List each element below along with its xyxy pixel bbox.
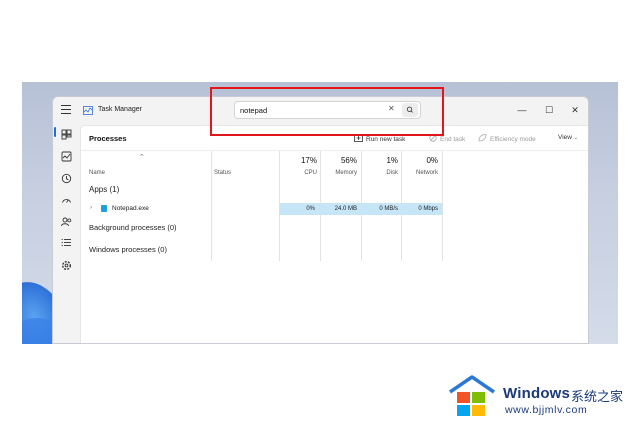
- minimize-button[interactable]: —: [511, 101, 533, 119]
- leaf-icon: [478, 134, 487, 142]
- group-background-processes[interactable]: Background processes (0): [89, 223, 177, 232]
- window-title: Task Manager: [98, 106, 142, 113]
- end-task-label: End task: [440, 136, 466, 143]
- group-windows-processes[interactable]: Windows processes (0): [89, 245, 167, 254]
- sort-ascending-icon[interactable]: ⌃: [139, 153, 145, 161]
- column-divider: [442, 151, 443, 261]
- watermark-site-name: 系统之家: [571, 389, 624, 404]
- view-menu-button[interactable]: View ⌄: [558, 134, 578, 141]
- column-header-status[interactable]: Status: [214, 170, 231, 176]
- details-icon[interactable]: [60, 236, 73, 249]
- users-icon[interactable]: [60, 215, 73, 228]
- group-apps[interactable]: Apps (1): [89, 185, 119, 194]
- hamburger-menu-icon[interactable]: [61, 105, 71, 114]
- cpu-total: 17%: [300, 156, 317, 165]
- view-label: View: [558, 134, 572, 141]
- process-name[interactable]: Notepad.exe: [112, 205, 149, 212]
- process-network: 0 Mbps: [418, 206, 438, 212]
- memory-total: 56%: [340, 156, 357, 165]
- windows-logo-icon: [447, 374, 497, 418]
- process-disk: 0 MB/s: [379, 206, 398, 212]
- processes-icon[interactable]: [60, 128, 73, 141]
- search-highlight-box: [210, 87, 444, 136]
- chevron-down-icon: ⌄: [573, 135, 578, 141]
- column-divider: [211, 151, 212, 261]
- services-icon[interactable]: [60, 259, 73, 272]
- close-button[interactable]: ✕: [564, 101, 586, 119]
- column-header-cpu[interactable]: CPU: [281, 170, 317, 176]
- maximize-button[interactable]: ☐: [538, 101, 560, 119]
- processes-pane: Processes Run new task End task Efficien…: [80, 125, 588, 343]
- startup-apps-icon[interactable]: [60, 194, 73, 207]
- process-memory: 24.0 MB: [334, 206, 357, 212]
- app-history-icon[interactable]: [60, 172, 73, 185]
- selected-indicator: [54, 127, 56, 137]
- column-header-network[interactable]: Network: [402, 170, 438, 176]
- screenshot: Task Manager notepad ✕ — ☐ ✕ Processes R…: [0, 0, 640, 427]
- run-new-task-label: Run new task: [366, 136, 406, 143]
- page-title: Processes: [89, 134, 127, 143]
- process-cpu: 0%: [306, 206, 315, 212]
- column-header-name[interactable]: Name: [89, 170, 105, 176]
- network-total: 0%: [426, 156, 438, 165]
- navigation-sidebar: [53, 125, 80, 343]
- column-header-memory[interactable]: Memory: [321, 170, 357, 176]
- notepad-icon: [101, 205, 107, 212]
- expand-chevron-icon[interactable]: ›: [90, 205, 92, 211]
- performance-icon[interactable]: [60, 150, 73, 163]
- efficiency-mode-label: Efficiency mode: [490, 136, 536, 143]
- watermark-title: Windows: [503, 385, 571, 402]
- column-header-disk[interactable]: Disk: [362, 170, 398, 176]
- watermark-url: www.bjjmlv.com: [505, 404, 588, 416]
- efficiency-mode-button[interactable]: Efficiency mode: [478, 134, 536, 143]
- task-manager-app-icon: [83, 106, 93, 115]
- disk-total: 1%: [386, 156, 398, 165]
